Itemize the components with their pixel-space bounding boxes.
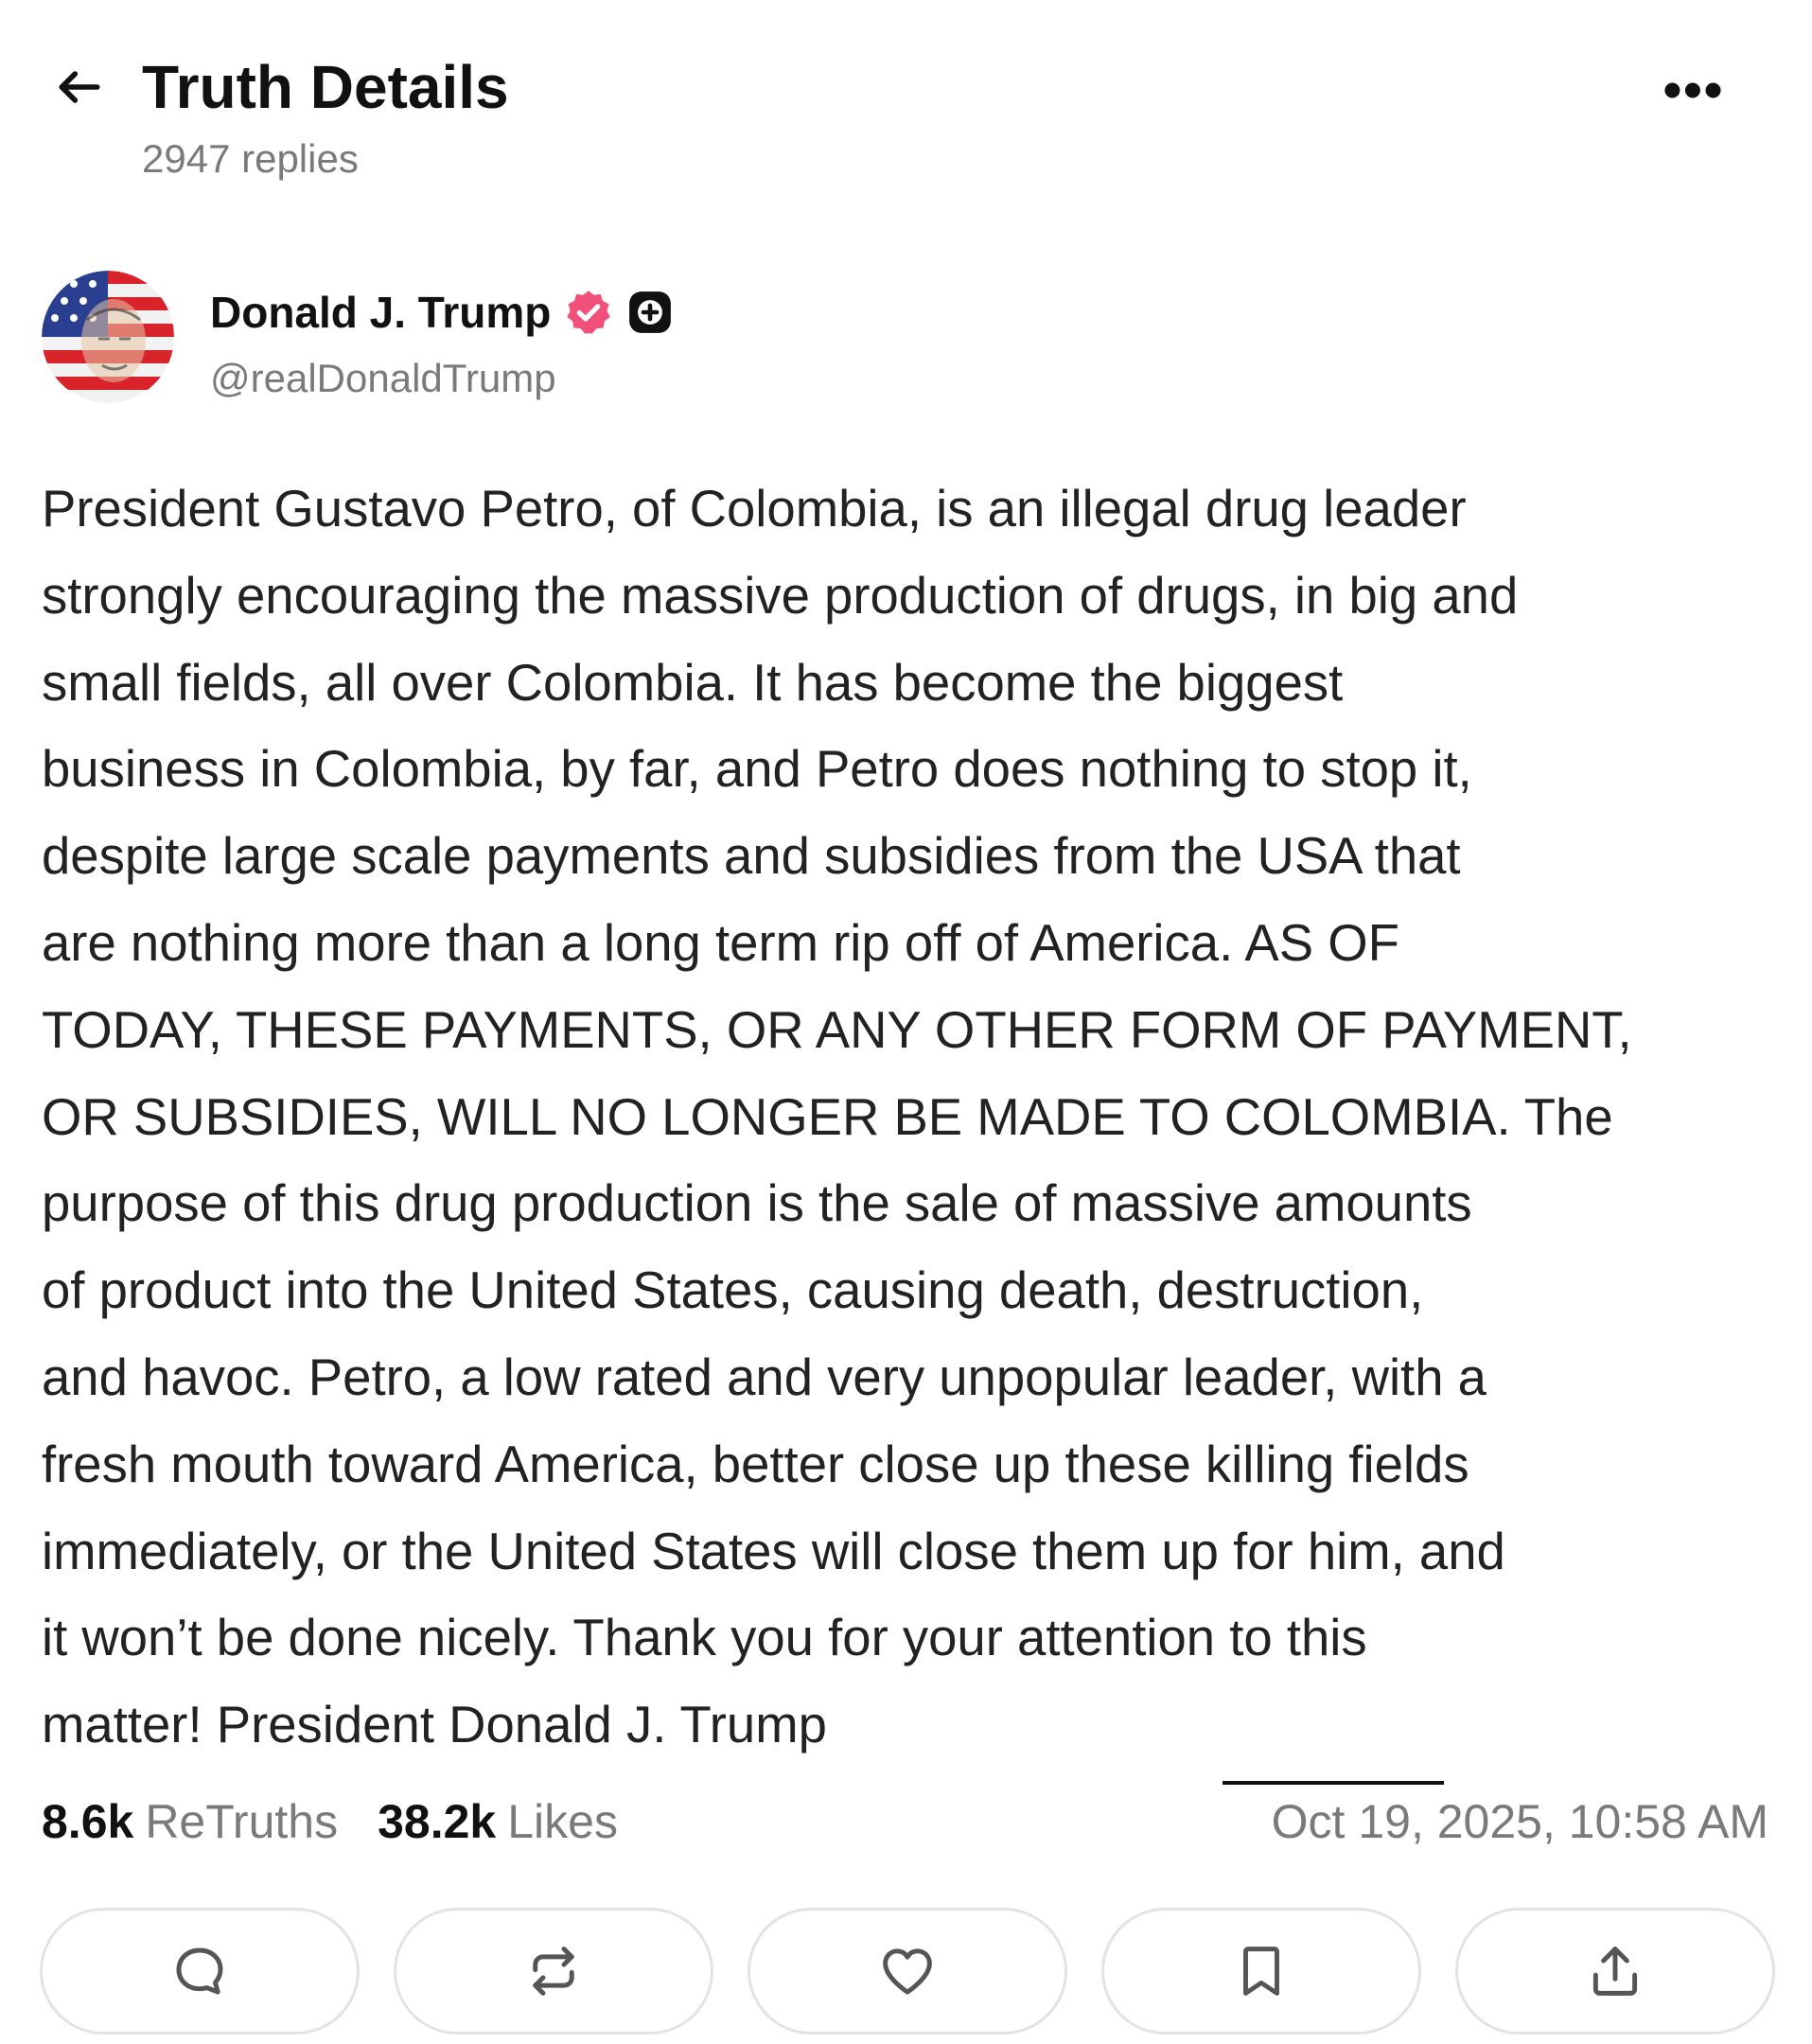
likes-label[interactable]: Likes [507, 1794, 618, 1849]
like-button[interactable] [748, 1908, 1067, 2035]
timestamp-underline [1223, 1781, 1444, 1785]
reply-button[interactable] [40, 1908, 360, 2035]
author-handle[interactable]: @realDonaldTrump [210, 352, 556, 405]
avatar-image [42, 271, 174, 403]
back-arrow-icon [59, 71, 100, 103]
verified-badge-icon [567, 291, 611, 334]
post-stats: 8.6k ReTruths 38.2k Likes [42, 1788, 618, 1855]
retruth-button[interactable] [394, 1908, 713, 2035]
retruth-icon [533, 1947, 574, 1996]
replies-count: 2947 replies [142, 136, 359, 181]
post-text: President Gustavo Petro, of Colombia, is… [42, 480, 1632, 1754]
plus-badge-icon [629, 291, 672, 333]
author-name[interactable]: Donald J. Trump [210, 287, 551, 338]
more-options-button[interactable]: ••• [1646, 57, 1741, 123]
share-button[interactable] [1455, 1908, 1775, 2035]
like-icon [883, 1948, 932, 1995]
post-timestamp: Oct 19, 2025, 10:58 AM [1271, 1795, 1768, 1848]
page-title: Truth Details [142, 53, 509, 121]
retruths-count[interactable]: 8.6k [42, 1794, 133, 1849]
reply-icon [176, 1947, 223, 1995]
share-icon [1592, 1947, 1638, 1996]
bookmark-button[interactable] [1101, 1908, 1421, 2035]
retruths-label[interactable]: ReTruths [145, 1794, 338, 1849]
bookmark-icon [1243, 1947, 1279, 1996]
more-icon: ••• [1662, 60, 1725, 119]
author-name-row: Donald J. Trump [210, 282, 674, 343]
author-block: Donald J. Trump @realDonaldTrump [42, 271, 1745, 413]
header: Truth Details 2947 replies ••• [0, 0, 1812, 208]
action-bar [40, 1908, 1776, 2038]
avatar[interactable] [42, 271, 174, 403]
likes-count[interactable]: 38.2k [378, 1794, 496, 1849]
back-button[interactable] [42, 49, 117, 125]
